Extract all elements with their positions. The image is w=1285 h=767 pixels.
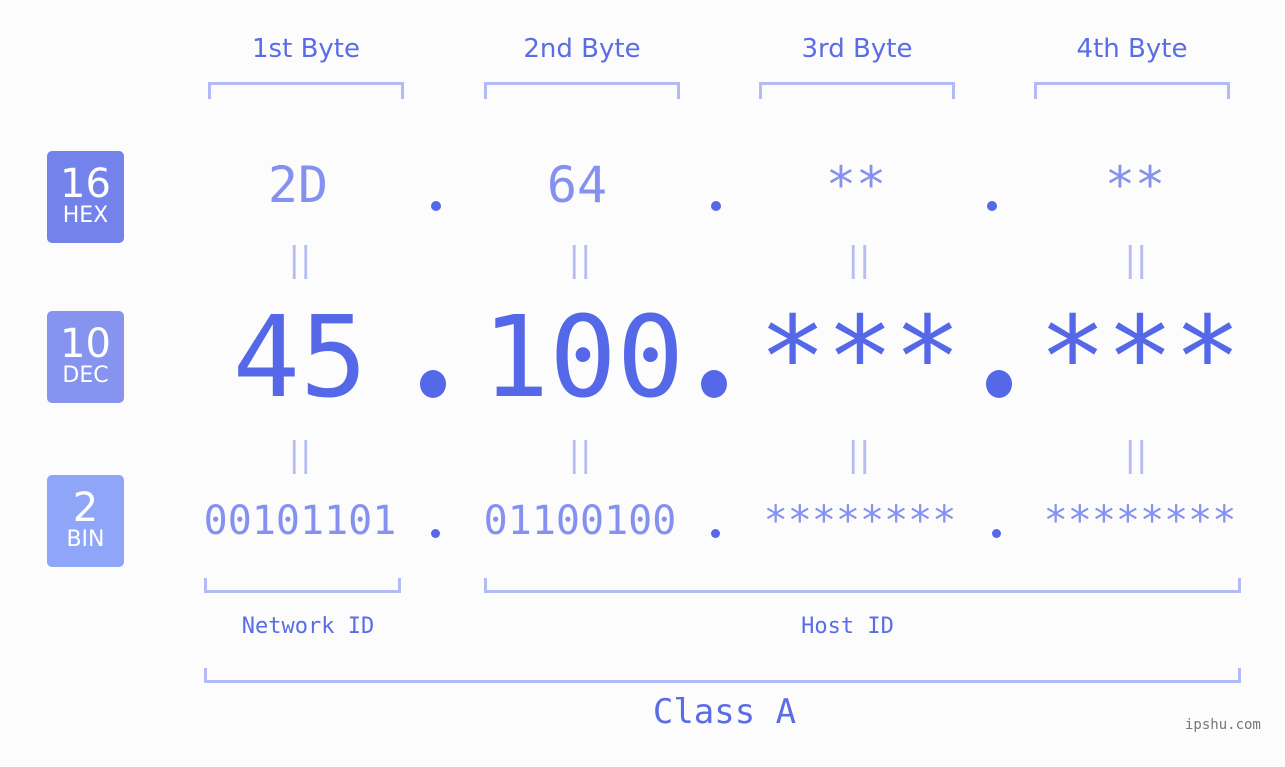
network-id-label: Network ID bbox=[241, 614, 375, 639]
hex-label: HEX bbox=[62, 203, 109, 228]
bin-dot-1 bbox=[431, 529, 440, 538]
bin-badge: 2 BIN bbox=[47, 475, 124, 567]
hex-byte-2: 64 bbox=[546, 156, 608, 214]
class-bracket bbox=[204, 668, 1241, 683]
equals-dec-bin-4: || bbox=[1124, 435, 1148, 475]
network-id-bracket bbox=[204, 578, 401, 593]
dec-base: 10 bbox=[60, 321, 111, 367]
hex-dot-2 bbox=[711, 201, 721, 211]
dec-byte-4: *** bbox=[1038, 293, 1242, 423]
dec-label: DEC bbox=[62, 363, 109, 388]
dec-badge: 10 DEC bbox=[47, 311, 124, 403]
hex-byte-4: ** bbox=[1104, 156, 1166, 214]
bin-byte-2: 01100100 bbox=[483, 498, 677, 544]
dec-byte-1: 45 bbox=[232, 293, 368, 423]
equals-hex-dec-4: || bbox=[1124, 240, 1148, 280]
equals-hex-dec-2: || bbox=[568, 240, 592, 280]
bin-label: BIN bbox=[66, 527, 105, 552]
dec-dot-1 bbox=[420, 370, 446, 398]
bin-byte-1: 00101101 bbox=[203, 498, 397, 544]
byte-bracket-2 bbox=[484, 82, 680, 99]
byte-bracket-3 bbox=[759, 82, 955, 99]
hex-byte-1: 2D bbox=[267, 156, 329, 214]
hex-base: 16 bbox=[60, 161, 111, 207]
byte-header-1: 1st Byte bbox=[252, 34, 360, 64]
byte-header-3: 3rd Byte bbox=[801, 34, 913, 64]
bin-base: 2 bbox=[72, 485, 99, 531]
class-label: Class A bbox=[652, 692, 797, 732]
bin-byte-3: ******** bbox=[763, 498, 957, 544]
host-id-label: Host ID bbox=[801, 614, 894, 639]
hex-dot-1 bbox=[431, 201, 441, 211]
dec-dot-3 bbox=[986, 370, 1012, 398]
equals-dec-bin-1: || bbox=[288, 435, 312, 475]
equals-dec-bin-3: || bbox=[847, 435, 871, 475]
equals-hex-dec-1: || bbox=[288, 240, 312, 280]
bin-dot-3 bbox=[992, 529, 1001, 538]
byte-header-2: 2nd Byte bbox=[523, 34, 641, 64]
bin-byte-4: ******** bbox=[1043, 498, 1237, 544]
hex-byte-3: ** bbox=[825, 156, 887, 214]
dec-dot-2 bbox=[701, 370, 727, 398]
byte-header-4: 4th Byte bbox=[1076, 34, 1188, 64]
watermark: ipshu.com bbox=[1185, 717, 1261, 733]
byte-bracket-1 bbox=[208, 82, 404, 99]
equals-dec-bin-2: || bbox=[568, 435, 592, 475]
hex-badge: 16 HEX bbox=[47, 151, 124, 243]
dec-byte-3: *** bbox=[758, 293, 962, 423]
hex-dot-3 bbox=[987, 201, 997, 211]
host-id-bracket bbox=[484, 578, 1241, 593]
equals-hex-dec-3: || bbox=[847, 240, 871, 280]
bin-dot-2 bbox=[711, 529, 720, 538]
byte-bracket-4 bbox=[1034, 82, 1230, 99]
dec-byte-2: 100 bbox=[481, 293, 685, 423]
